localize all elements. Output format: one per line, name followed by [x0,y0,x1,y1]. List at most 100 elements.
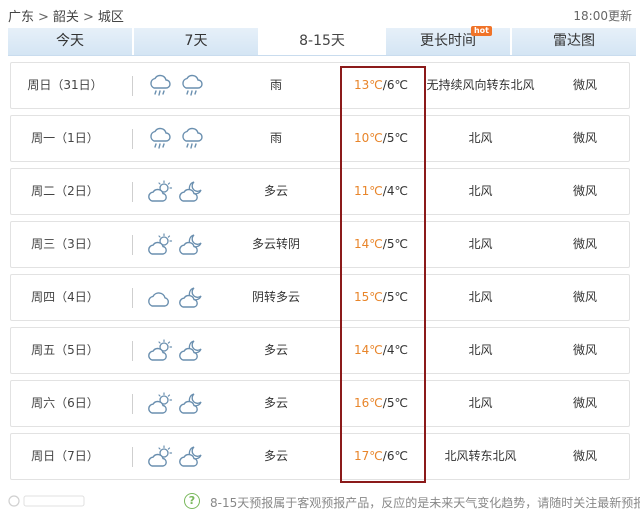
watermark-logo [8,493,88,512]
forecast-disclaimer: 8-15天预报属于客观预报产品，反应的是未来天气变化趋势，请随时关注最新预报..… [210,496,640,510]
weather-icons [147,338,209,364]
weather-icons [147,126,209,152]
row-divider [132,394,133,414]
high-temperature: 14℃ [354,237,383,251]
temperature-range: 14℃/5℃ [341,222,421,267]
partly-cloudy-day-icon [147,179,173,205]
wind-direction: 北风转东北风 [444,449,517,463]
forecast-row: 周三（3日） 多云转阴 14℃/5℃ 北风 微风 [10,221,630,268]
partly-cloudy-night-icon [179,179,205,205]
wind-direction: 北风 [468,131,493,145]
low-temperature: 5℃ [386,237,408,251]
cloudy-icon [147,285,173,311]
wind-direction: 北风 [468,237,493,251]
high-temperature: 11℃ [354,184,383,198]
partly-cloudy-day-icon [147,338,173,364]
forecast-row: 周六（6日） 多云 16℃/5℃ 北风 微风 [10,380,630,427]
temperature-range: 16℃/5℃ [341,381,421,426]
high-temperature: 10℃ [354,131,383,145]
tab-7-days[interactable]: 7天 [134,28,260,55]
weather-condition: 雨 [269,131,282,145]
high-temperature: 13℃ [354,78,383,92]
weather-condition: 阴转多云 [251,290,300,304]
footer: ? 8-15天预报属于客观预报产品，反应的是未来天气变化趋势，请随时关注最新预报… [0,490,640,513]
forecast-date: 周三（3日） [31,237,99,251]
low-temperature: 5℃ [386,290,408,304]
hot-badge: hot [470,26,492,36]
weather-icons [147,179,209,205]
tab-today[interactable]: 今天 [8,28,134,55]
row-divider [132,447,133,467]
row-divider [132,129,133,149]
wind-level: 微风 [572,237,597,251]
temperature-range: 10℃/5℃ [341,116,421,161]
weather-icons [147,444,209,470]
row-divider [132,182,133,202]
partly-cloudy-night-icon [179,285,205,311]
low-temperature: 5℃ [386,396,408,410]
breadcrumb: 广东 > 韶关 > 城区 [8,6,124,25]
low-temperature: 4℃ [386,184,408,198]
forecast-date: 周四（4日） [31,290,99,304]
breadcrumb-province[interactable]: 广东 [8,10,34,25]
wind-direction: 北风 [468,343,493,357]
forecast-tabs: 今天 7天 8-15天 更长时间 hot 雷达图 [8,26,636,56]
rain-icon [147,126,173,152]
forecast-date: 周日（31日） [27,78,103,92]
top-bar: 广东 > 韶关 > 城区 18:00更新 [0,0,640,28]
breadcrumb-separator: > [82,10,94,25]
weather-condition: 多云 [263,184,288,198]
low-temperature: 4℃ [386,343,408,357]
wind-level: 微风 [572,449,597,463]
weather-condition: 多云 [263,449,288,463]
partly-cloudy-day-icon [147,232,173,258]
forecast-row: 周日（7日） 多云 17℃/6℃ 北风转东北风 微风 [10,433,630,480]
weather-condition: 雨 [269,78,282,92]
wind-level: 微风 [572,184,597,198]
row-divider [132,341,133,361]
wind-level: 微风 [572,78,597,92]
temperature-range: 15℃/5℃ [341,275,421,320]
breadcrumb-district[interactable]: 城区 [98,10,124,25]
low-temperature: 6℃ [386,78,408,92]
forecast-date: 周一（1日） [31,131,99,145]
forecast-date: 周六（6日） [31,396,99,410]
help-icon[interactable]: ? [184,493,200,509]
tab-longer-term[interactable]: 更长时间 hot [386,26,512,55]
high-temperature: 17℃ [354,449,383,463]
row-divider [132,76,133,96]
temperature-range: 17℃/6℃ [341,434,421,479]
tab-8-15-days[interactable]: 8-15天 [260,28,386,55]
partly-cloudy-night-icon [179,232,205,258]
low-temperature: 6℃ [386,449,408,463]
forecast-date: 周日（7日） [31,449,99,463]
forecast-row: 周四（4日） 阴转多云 15℃/5℃ 北风 微风 [10,274,630,321]
forecast-row: 周日（31日） 雨 13℃/6℃ 无持续风向转东北风 微风 [10,62,630,109]
forecast-row: 周一（1日） 雨 10℃/5℃ 北风 微风 [10,115,630,162]
tab-radar[interactable]: 雷达图 [512,28,636,55]
forecast-date: 周二（2日） [31,184,99,198]
partly-cloudy-night-icon [179,338,205,364]
update-time: 18:00更新 [573,9,632,23]
high-temperature: 14℃ [354,343,383,357]
rain-icon [179,73,205,99]
low-temperature: 5℃ [386,131,408,145]
wind-level: 微风 [572,343,597,357]
temperature-range: 11℃/4℃ [341,169,421,214]
high-temperature: 15℃ [354,290,383,304]
breadcrumb-separator: > [38,10,49,25]
wind-level: 微风 [572,131,597,145]
weather-icons [147,391,209,417]
partly-cloudy-day-icon [147,391,173,417]
row-divider [132,288,133,308]
temperature-range: 14℃/4℃ [341,328,421,373]
rain-icon [179,126,205,152]
weather-condition: 多云 [263,343,288,357]
rain-icon [147,73,173,99]
partly-cloudy-night-icon [179,391,205,417]
partly-cloudy-night-icon [179,444,205,470]
weather-icons [147,232,209,258]
breadcrumb-city[interactable]: 韶关 [53,10,79,25]
forecast-row: 周五（5日） 多云 14℃/4℃ 北风 微风 [10,327,630,374]
wind-level: 微风 [572,290,597,304]
